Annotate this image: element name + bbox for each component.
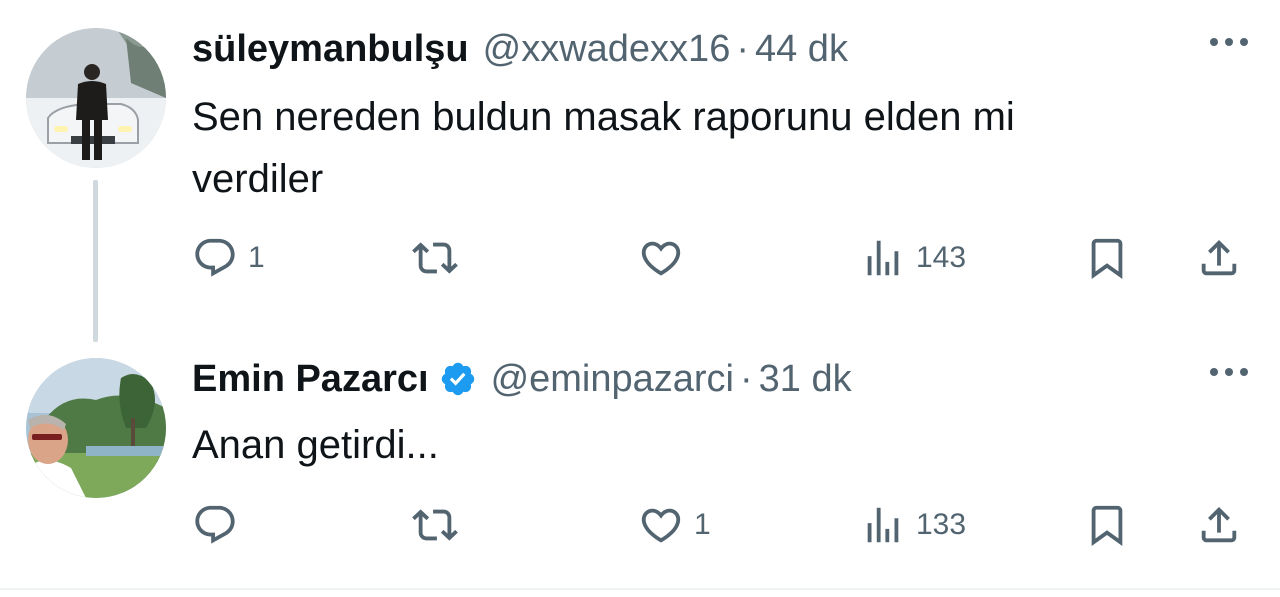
share-icon bbox=[1201, 239, 1237, 276]
retweet-button[interactable] bbox=[412, 228, 468, 288]
views-count: 143 bbox=[916, 241, 967, 274]
action-bar: 1 133 bbox=[0, 495, 1280, 555]
retweet-icon bbox=[412, 242, 458, 274]
more-icon[interactable] bbox=[1210, 368, 1248, 376]
reply-button[interactable] bbox=[192, 495, 248, 555]
divider bbox=[0, 588, 1280, 590]
like-count: 1 bbox=[694, 508, 711, 541]
separator-dot: · bbox=[740, 358, 753, 400]
author-name[interactable]: Emin Pazarcı bbox=[192, 356, 429, 402]
bookmark-button[interactable] bbox=[1084, 228, 1130, 288]
retweet-icon bbox=[412, 509, 458, 541]
views-count: 133 bbox=[916, 508, 967, 541]
timestamp[interactable]: 31 dk bbox=[759, 356, 852, 402]
share-button[interactable] bbox=[1196, 228, 1242, 288]
reply-icon bbox=[195, 238, 235, 277]
verified-badge-icon bbox=[439, 360, 477, 398]
reply-count: 1 bbox=[248, 241, 265, 274]
tweet[interactable]: Emin Pazarcı @eminpazarci · 31 dk Anan g… bbox=[0, 330, 1280, 588]
tweet-text: Anan getirdi... bbox=[192, 423, 439, 467]
timestamp[interactable]: 44 dk bbox=[755, 26, 848, 72]
heart-icon bbox=[641, 241, 681, 276]
heart-icon bbox=[641, 508, 681, 543]
like-button[interactable] bbox=[638, 228, 694, 288]
views-button[interactable]: 133 bbox=[860, 495, 966, 555]
more-icon[interactable] bbox=[1210, 38, 1248, 46]
like-button[interactable]: 1 bbox=[638, 495, 711, 555]
action-bar: 1 143 bbox=[0, 228, 1280, 288]
tweet[interactable]: süleymanbulşu @xxwadexx16 · 44 dk Sen ne… bbox=[0, 0, 1280, 342]
bookmark-button[interactable] bbox=[1084, 495, 1130, 555]
views-icon bbox=[867, 507, 899, 543]
author-handle[interactable]: @xxwadexx16 bbox=[483, 26, 731, 72]
avatar[interactable] bbox=[26, 28, 166, 168]
avatar-image bbox=[26, 28, 166, 168]
tweet-header: Emin Pazarcı @eminpazarci · 31 dk bbox=[192, 356, 852, 402]
tweet-text: Sen nereden buldun masak raporunu elden … bbox=[192, 95, 1015, 201]
author-handle[interactable]: @eminpazarci bbox=[491, 356, 734, 402]
views-icon bbox=[867, 240, 899, 276]
avatar-image bbox=[26, 358, 166, 498]
tweet-header: süleymanbulşu @xxwadexx16 · 44 dk bbox=[192, 26, 848, 72]
bookmark-icon bbox=[1091, 238, 1123, 279]
views-button[interactable]: 143 bbox=[860, 228, 966, 288]
reply-icon bbox=[195, 505, 235, 544]
share-button[interactable] bbox=[1196, 495, 1242, 555]
separator-dot: · bbox=[736, 28, 749, 70]
share-icon bbox=[1201, 506, 1237, 543]
bookmark-icon bbox=[1091, 505, 1123, 546]
retweet-button[interactable] bbox=[412, 495, 468, 555]
reply-button[interactable]: 1 bbox=[192, 228, 265, 288]
author-name[interactable]: süleymanbulşu bbox=[192, 26, 469, 72]
avatar[interactable] bbox=[26, 358, 166, 498]
